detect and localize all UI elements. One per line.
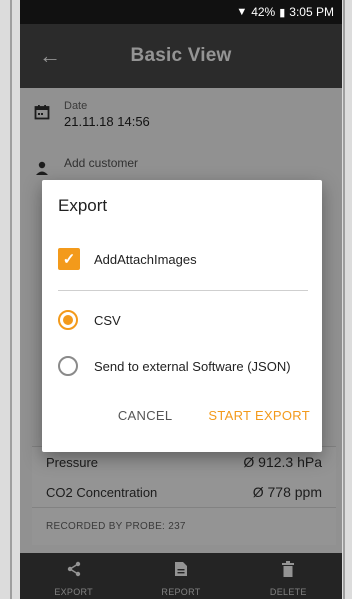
app-screen: ▼ 42% ▮ 3:05 PM ← Basic View Date 21.11.…	[20, 0, 342, 599]
divider	[58, 290, 308, 291]
radio-option-json[interactable]: Send to external Software (JSON)	[58, 356, 291, 376]
start-export-button[interactable]: START EXPORT	[208, 408, 310, 423]
radio-option-csv[interactable]: CSV	[58, 310, 121, 330]
radio-option-label: Send to external Software (JSON)	[94, 358, 291, 374]
frame-left-border	[10, 0, 12, 599]
checkbox-checked-icon[interactable]: ✓	[58, 248, 80, 270]
export-dialog: Export ✓ AddAttachImages CSV Send to ext…	[42, 180, 322, 452]
frame-right-border	[343, 0, 345, 599]
radio-option-label: CSV	[94, 312, 121, 328]
dialog-actions: CANCEL START EXPORT	[118, 408, 310, 423]
dialog-title: Export	[58, 196, 108, 215]
status-bar: ▼ 42% ▮ 3:05 PM	[20, 0, 342, 24]
attach-images-checkbox-row[interactable]: ✓ AddAttachImages	[58, 248, 197, 270]
battery-percent: 42%	[251, 5, 276, 19]
clock: 3:05 PM	[289, 5, 334, 19]
radio-unselected-icon[interactable]	[58, 356, 78, 376]
cancel-button[interactable]: CANCEL	[118, 408, 173, 423]
battery-icon: ▮	[279, 6, 286, 19]
attach-images-label: AddAttachImages	[94, 251, 197, 267]
radio-selected-icon[interactable]	[58, 310, 78, 330]
wifi-icon: ▼	[236, 6, 248, 18]
